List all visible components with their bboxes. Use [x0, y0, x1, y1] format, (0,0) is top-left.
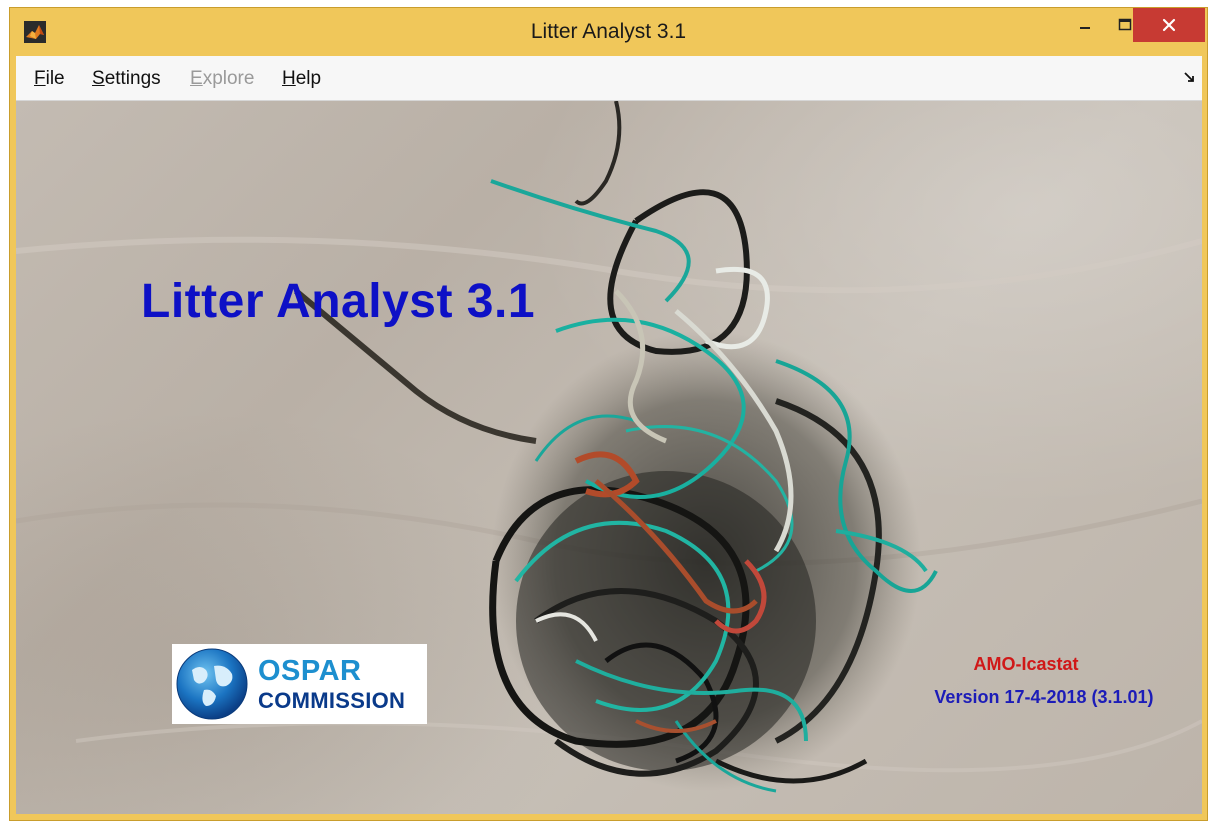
- menu-help[interactable]: Help: [282, 68, 321, 90]
- menu-file[interactable]: File: [34, 68, 65, 90]
- close-icon: [1162, 18, 1176, 32]
- version-label: Version 17-4-2018 (3.1.01): [934, 687, 1154, 707]
- ospar-logo: OSPAR COMMISSION: [172, 644, 427, 724]
- app-window: Litter Analyst 3.1 File Settings Explore…: [9, 7, 1208, 821]
- maximize-icon: [1118, 18, 1132, 31]
- menu-settings[interactable]: Settings: [92, 68, 161, 90]
- menu-explore[interactable]: Explore: [190, 68, 254, 90]
- window-title: Litter Analyst 3.1: [530, 20, 687, 43]
- app-heading: Litter Analyst 3.1: [141, 275, 536, 328]
- splash-area: Litter Analyst 3.1 OSPAR COMMISSION AMO-…: [16, 101, 1202, 814]
- menu-bar: File Settings Explore Help: [16, 56, 1202, 101]
- minimize-icon: [1080, 27, 1090, 29]
- title-bar[interactable]: Litter Analyst 3.1: [10, 8, 1207, 56]
- globe-icon: [176, 648, 248, 720]
- company-label: AMO-Icastat: [973, 654, 1079, 674]
- undock-arrow-icon[interactable]: [1183, 71, 1195, 83]
- logo-text-commission: COMMISSION: [258, 688, 406, 713]
- close-button[interactable]: [1133, 8, 1205, 42]
- logo-text-ospar: OSPAR: [258, 655, 362, 687]
